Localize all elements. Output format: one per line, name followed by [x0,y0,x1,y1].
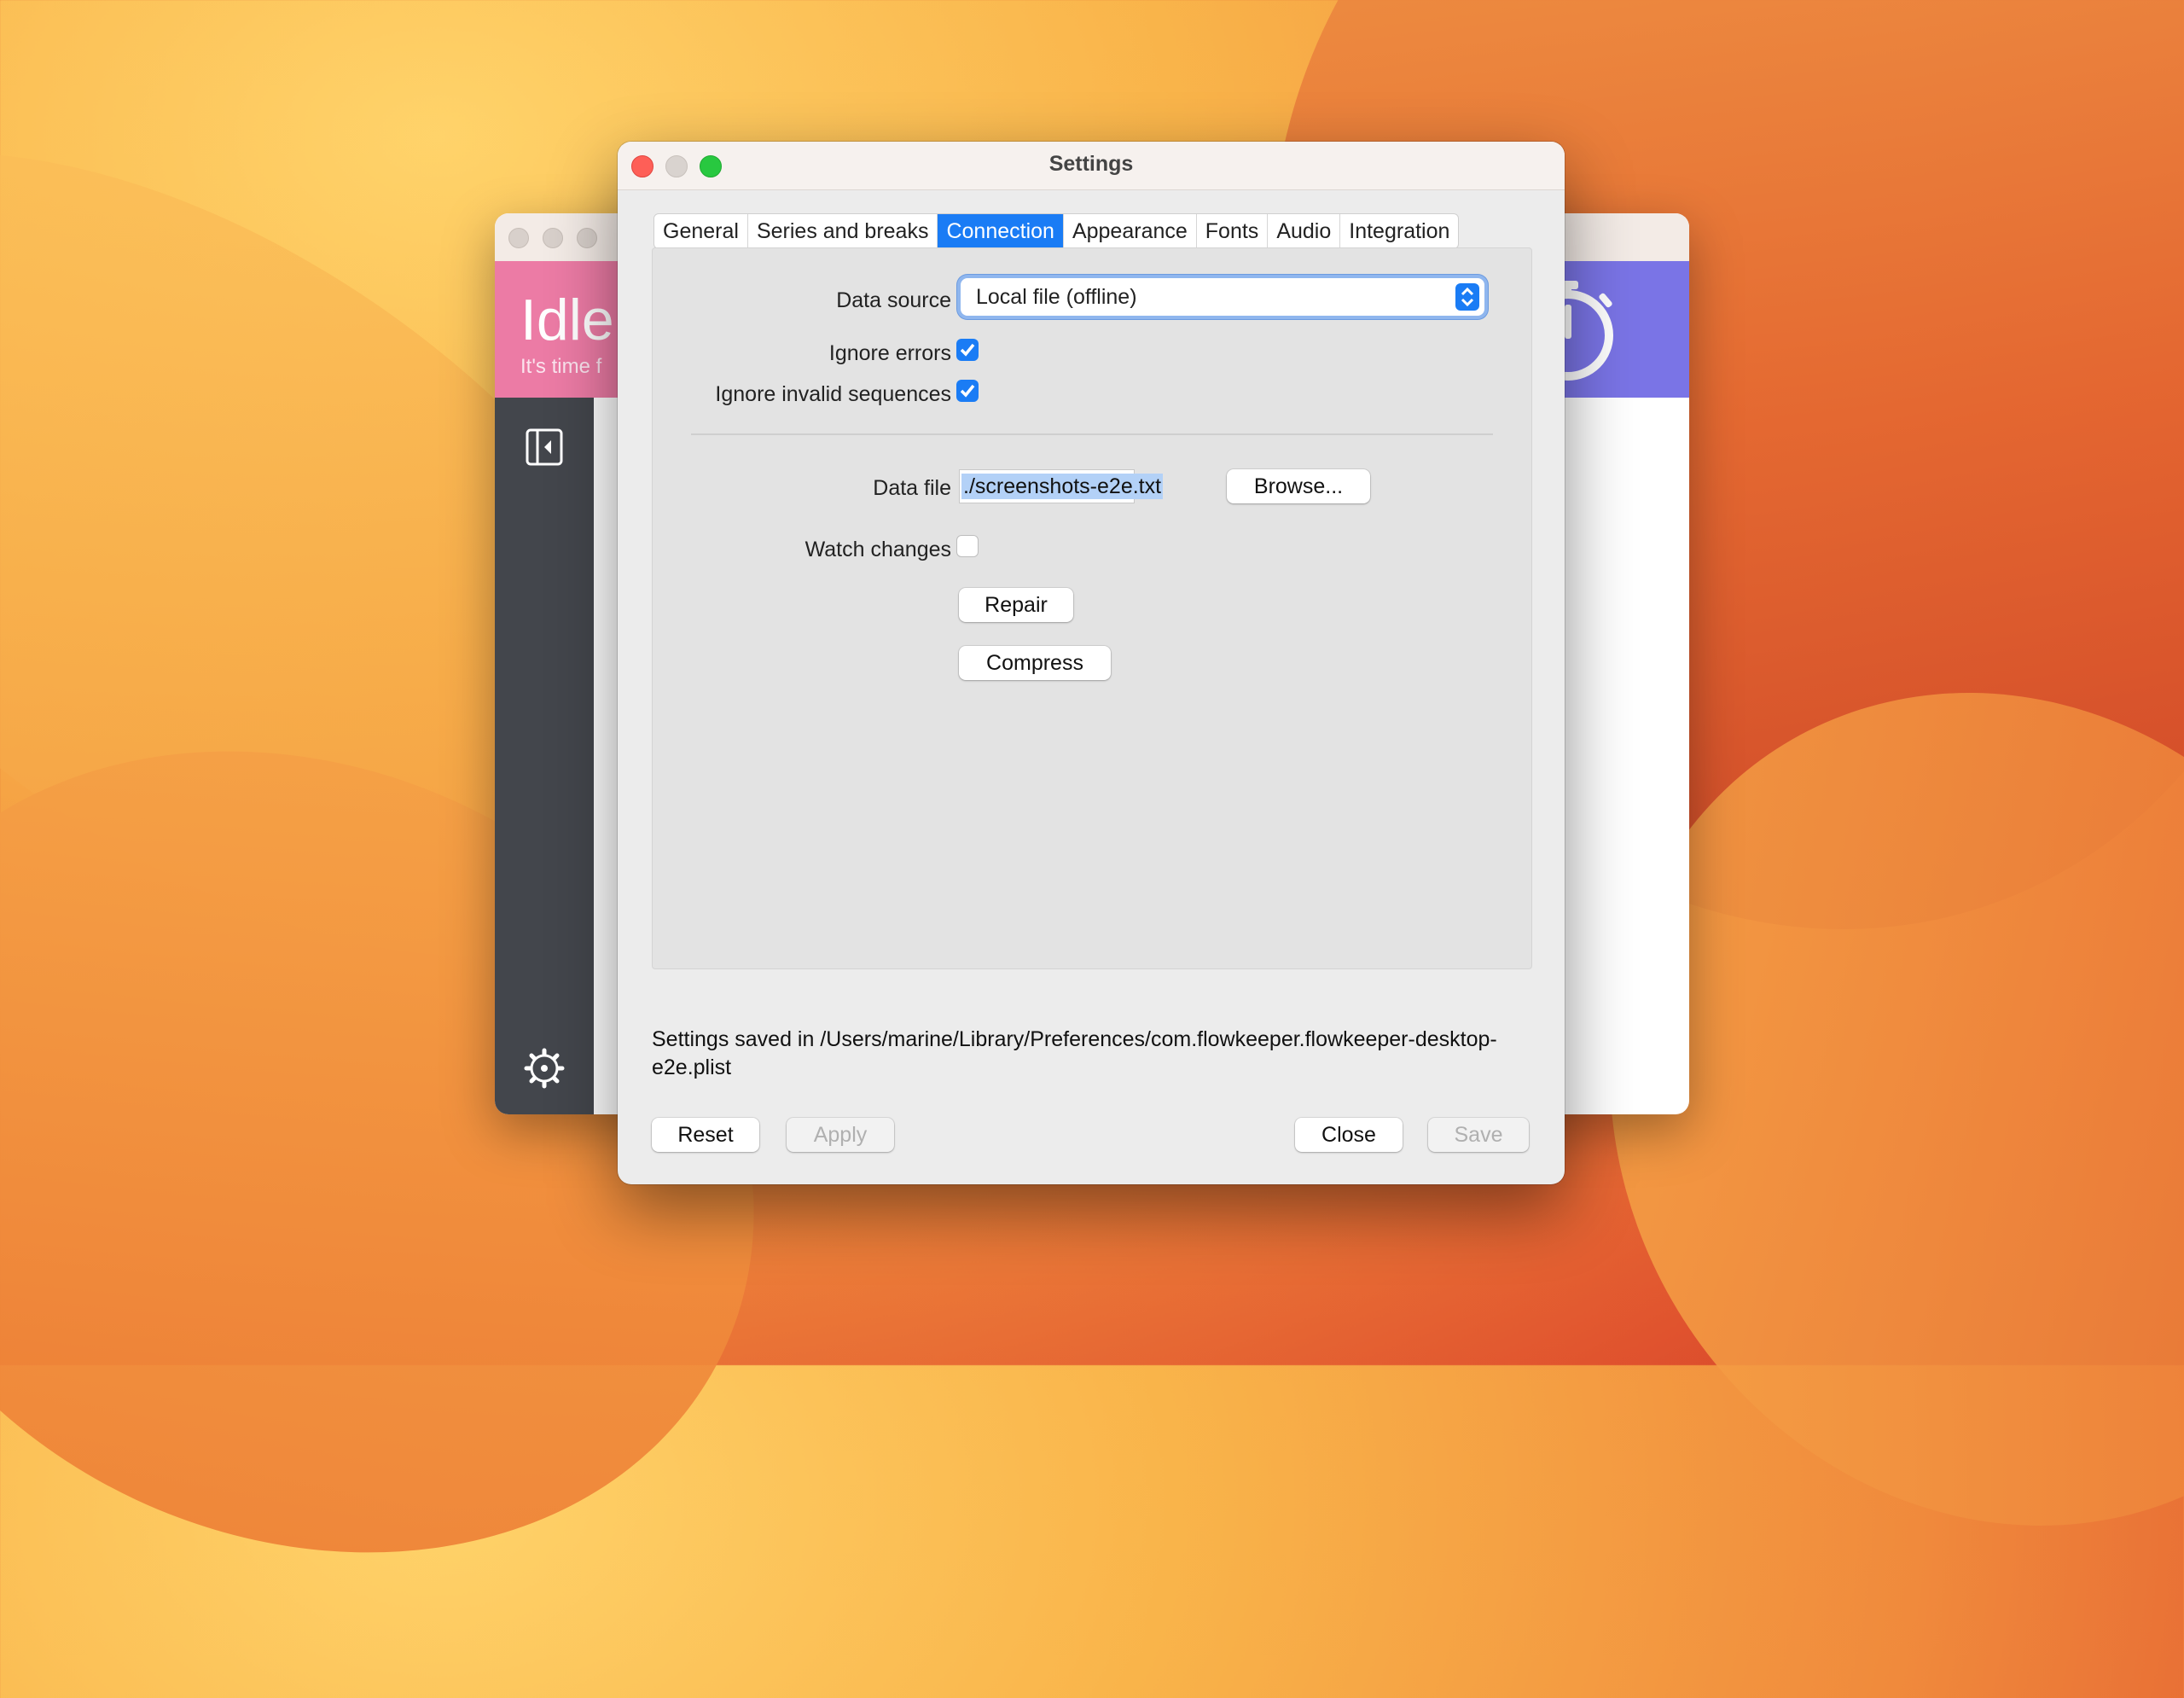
data-file-value: ./screenshots-e2e.txt [961,474,1164,499]
chevron-up-down-icon [1455,283,1479,311]
tab-fonts[interactable]: Fonts [1197,214,1269,248]
settings-dialog: Settings General Series and breaks Conne… [618,142,1565,1184]
watch-changes-label: Watch changes [804,538,951,561]
data-source-value: Local file (offline) [976,285,1137,309]
dialog-titlebar: Settings [618,142,1565,190]
tab-appearance[interactable]: Appearance [1064,214,1197,248]
compress-button[interactable]: Compress [959,646,1111,680]
ignore-errors-label: Ignore errors [828,341,951,365]
ignore-invalid-sequences-checkbox[interactable] [956,380,979,402]
settings-saved-message: Settings saved in /Users/marine/Library/… [652,1027,1497,1079]
status-subtitle: It's time f [520,355,602,378]
connection-panel [652,247,1532,969]
tab-integration[interactable]: Integration [1340,214,1458,248]
checkmark-icon [960,343,975,357]
reset-button[interactable]: Reset [652,1118,759,1152]
sidebar-toggle-icon[interactable] [526,428,563,466]
watch-changes-checkbox[interactable] [956,535,979,557]
data-file-label: Data file [873,476,951,500]
data-source-select[interactable]: Local file (offline) [961,278,1484,316]
section-divider [691,433,1493,435]
tab-connection[interactable]: Connection [938,214,1064,248]
data-source-label: Data source [836,288,951,312]
repair-button[interactable]: Repair [959,588,1073,622]
close-window-button[interactable] [508,228,529,248]
dialog-title: Settings [1048,152,1134,176]
zoom-window-button[interactable] [577,228,597,248]
browse-button[interactable]: Browse... [1227,469,1370,503]
apply-button[interactable]: Apply [787,1118,894,1152]
data-file-input[interactable]: ./screenshots-e2e.txt [959,469,1164,503]
ignore-errors-checkbox[interactable] [956,339,979,361]
gear-icon[interactable] [524,1048,565,1089]
ignore-invalid-sequences-label: Ignore invalid sequences [715,382,951,406]
status-title: Idle [520,288,614,352]
checkmark-icon [960,384,975,398]
sidebar [495,398,594,1114]
close-button[interactable]: Close [1295,1118,1403,1152]
settings-tabs: General Series and breaks Connection App… [653,213,1460,249]
tab-audio[interactable]: Audio [1268,214,1341,248]
minimize-window-button[interactable] [543,228,563,248]
tab-series-and-breaks[interactable]: Series and breaks [748,214,938,248]
tab-general[interactable]: General [654,214,748,248]
save-button[interactable]: Save [1428,1118,1529,1152]
